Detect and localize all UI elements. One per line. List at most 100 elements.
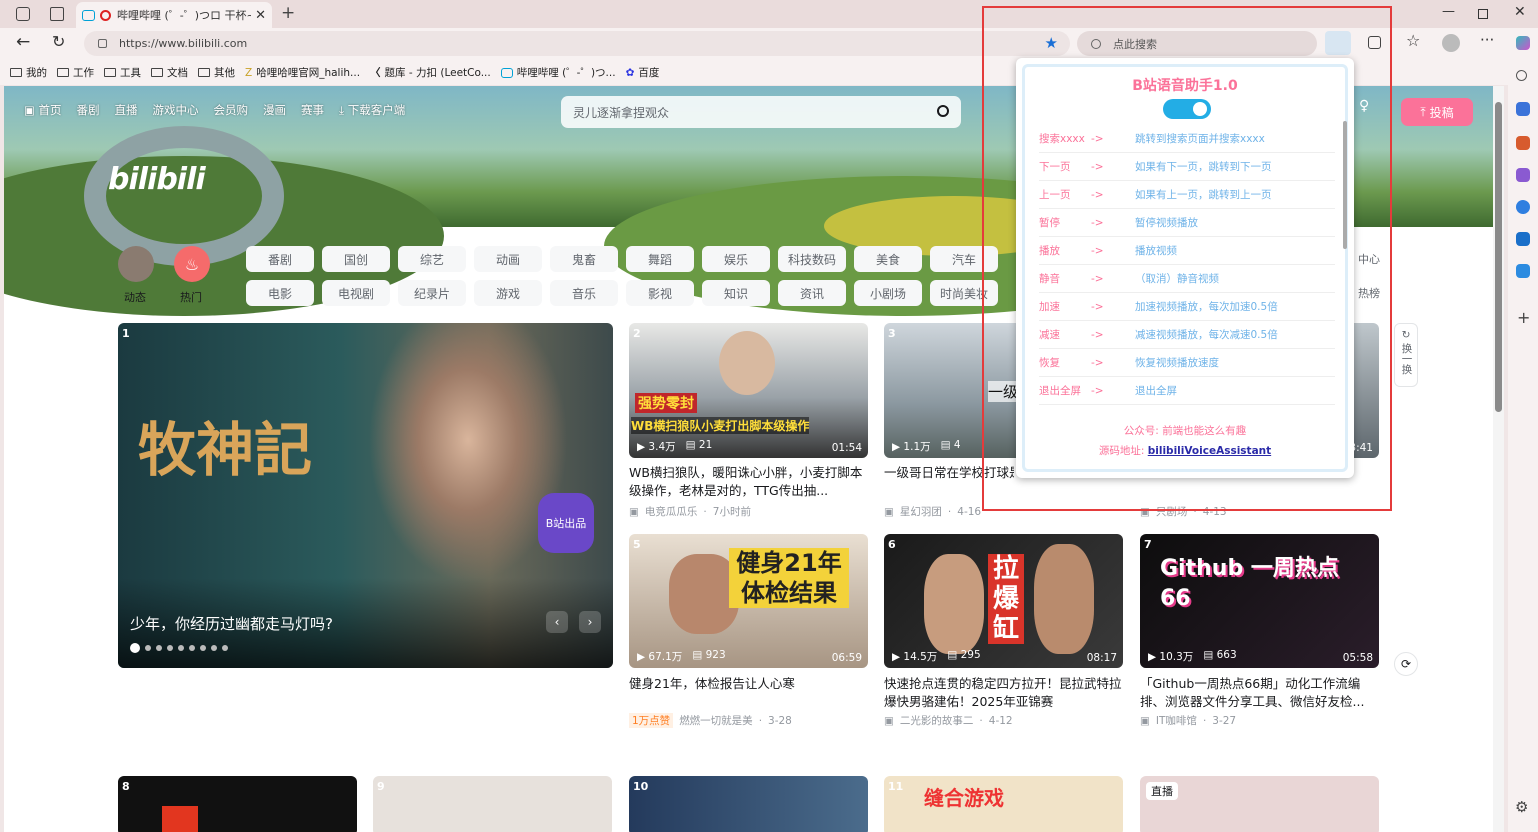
nav-manga[interactable]: 漫画 <box>263 102 286 118</box>
bookmark-bilibili[interactable]: 哔哩哔哩 (゜-゜)つ... <box>500 65 616 80</box>
channel-chip[interactable]: 小剧场 <box>854 280 922 306</box>
nav-live[interactable]: 直播 <box>115 102 138 118</box>
bookmark-baidu[interactable]: ✿ 百度 <box>626 65 660 80</box>
channel-chip[interactable]: 电影 <box>246 280 314 306</box>
carousel-dot[interactable] <box>156 645 162 651</box>
featured-carousel[interactable]: 1 牧神記 B站出品 少年，你经历过幽都走马灯吗? ‹ › <box>118 323 613 668</box>
profile-avatar[interactable] <box>1442 34 1460 52</box>
dynamic-avatar[interactable] <box>118 246 154 282</box>
channel-chip[interactable]: 国创 <box>322 246 390 272</box>
hot-icon[interactable]: ♨ <box>174 246 210 282</box>
carousel-dot[interactable] <box>211 645 217 651</box>
uploader-name[interactable]: 星幻羽团 <box>900 504 942 519</box>
nav-game-center[interactable]: 游戏中心 <box>153 102 199 118</box>
carousel-dot[interactable] <box>200 645 206 651</box>
carousel-caption[interactable]: 少年，你经历过幽都走马灯吗? <box>130 613 333 634</box>
new-tab-icon[interactable]: + <box>281 3 295 23</box>
video-card-2[interactable]: 2 强势零封 WB横扫狼队小麦打出脚本级操作 ▶ 3.4万 ▤ 21 01:54 <box>629 323 868 458</box>
briefcase-icon[interactable] <box>1516 136 1530 150</box>
workspaces-icon[interactable] <box>16 7 30 21</box>
video-card-11[interactable]: 11 缝合游戏 <box>884 776 1123 832</box>
uploader-name[interactable]: IT咖啡馆 <box>1156 713 1197 728</box>
page-scrollbar-thumb[interactable] <box>1495 102 1502 412</box>
uploader-name[interactable]: 电竞瓜瓜乐 <box>645 504 698 519</box>
send-icon[interactable] <box>1516 264 1530 278</box>
carousel-dot-active[interactable] <box>130 643 140 653</box>
channel-chip[interactable]: 电视剧 <box>322 280 390 306</box>
close-window-icon[interactable]: ✕ <box>1514 4 1526 20</box>
site-search-icon[interactable] <box>937 105 949 117</box>
channel-chip[interactable]: 知识 <box>702 280 770 306</box>
settings-gear-icon[interactable]: ⚙ <box>1515 798 1528 816</box>
bookmark-folder-mine[interactable]: 我的 <box>10 65 47 80</box>
add-sidebar-icon[interactable]: + <box>1517 308 1530 327</box>
back-icon[interactable]: ← <box>16 32 30 52</box>
favorites-icon[interactable]: ☆ <box>1406 31 1420 50</box>
site-search-input[interactable]: 灵儿逐渐拿捏观众 <box>561 96 961 128</box>
live-card[interactable]: 直播 <box>1140 776 1379 832</box>
bilibili-logo[interactable]: bilibili <box>108 162 206 197</box>
video-title[interactable]: 健身21年，体检报告让人心寒 <box>629 675 869 693</box>
nav-anime[interactable]: 番剧 <box>77 102 100 118</box>
video-card-9[interactable]: 9 <box>373 776 612 832</box>
bookmark-folder-docs[interactable]: 文档 <box>151 65 188 80</box>
video-card-8[interactable]: 8 <box>118 776 357 832</box>
minimize-icon[interactable]: — <box>1442 4 1455 19</box>
channel-chip[interactable]: 番剧 <box>246 246 314 272</box>
hot-label[interactable]: 热门 <box>180 289 202 305</box>
bookmark-halih[interactable]: Z 哈哩哈哩官网_halih... <box>245 65 360 80</box>
nav-download-client[interactable]: ⤓ 下载客户端 <box>339 102 405 118</box>
channel-chip[interactable]: 动画 <box>474 246 542 272</box>
video-card-7[interactable]: 7 Github 一周热点 66 ▶ 10.3万 ▤ 663 05:58 <box>1140 534 1379 668</box>
channel-chip[interactable]: 娱乐 <box>702 246 770 272</box>
channel-chip[interactable]: 鬼畜 <box>550 246 618 272</box>
video-card-6[interactable]: 6 拉爆缸 ▶ 14.5万 ▤ 295 08:17 <box>884 534 1123 668</box>
nav-esports[interactable]: 赛事 <box>301 102 324 118</box>
carousel-dot[interactable] <box>222 645 228 651</box>
channel-chip[interactable]: 资讯 <box>778 280 846 306</box>
video-title[interactable]: 快速抢点连贯的稳定四方拉开！昆拉武特拉爆快男骆建佑！2025年亚锦赛 <box>884 675 1124 711</box>
channel-chip[interactable]: 综艺 <box>398 246 466 272</box>
carousel-dot[interactable] <box>145 645 151 651</box>
outlook-icon[interactable] <box>1516 232 1530 246</box>
carousel-dot[interactable] <box>189 645 195 651</box>
sidebar-search-icon[interactable] <box>1516 70 1527 81</box>
video-title[interactable]: WB横扫狼队，暖阳诛心小胖，小麦打脚本级操作，老林是对的，TTG传出抽... <box>629 464 869 500</box>
active-tab[interactable]: 哔哩哔哩 (゜-゜)つロ 干杯~ ✕ <box>76 2 272 28</box>
channel-chip[interactable]: 影视 <box>626 280 694 306</box>
video-title[interactable]: 「Github一周热点66期」动化工作流编排、浏览器文件分享工具、微信好友检..… <box>1140 675 1380 711</box>
tab-close-icon[interactable]: ✕ <box>255 8 266 23</box>
carousel-next-icon[interactable]: › <box>579 611 601 633</box>
channel-chip[interactable]: 科技数码 <box>778 246 846 272</box>
people-icon[interactable] <box>1516 168 1530 182</box>
channel-chip[interactable]: 音乐 <box>550 280 618 306</box>
channel-chip[interactable]: 舞蹈 <box>626 246 694 272</box>
channel-chip[interactable]: 美食 <box>854 246 922 272</box>
bookmark-folder-work[interactable]: 工作 <box>57 65 94 80</box>
more-icon[interactable]: ··· <box>1480 31 1494 49</box>
tab-actions-icon[interactable] <box>50 7 64 21</box>
back-to-top-icon[interactable]: ⟳ <box>1394 652 1418 676</box>
games-icon[interactable] <box>1516 200 1530 214</box>
video-card-10[interactable]: 10 <box>629 776 868 832</box>
refresh-feed-button[interactable]: ↻ 换一换 <box>1394 323 1418 387</box>
channel-chip[interactable]: 游戏 <box>474 280 542 306</box>
bookmark-leetcode[interactable]: 〈题库 - 力扣 (LeetCo... <box>370 65 491 80</box>
carousel-dot[interactable] <box>178 645 184 651</box>
uploader-name[interactable]: 燃燃一切就是美 <box>679 713 753 728</box>
dynamic-label[interactable]: 动态 <box>124 289 146 305</box>
refresh-icon[interactable]: ↻ <box>52 32 65 51</box>
bookmark-folder-other[interactable]: 其他 <box>198 65 235 80</box>
carousel-dot[interactable] <box>167 645 173 651</box>
bookmark-folder-tools[interactable]: 工具 <box>104 65 141 80</box>
channel-chip[interactable]: 纪录片 <box>398 280 466 306</box>
restore-icon[interactable] <box>1478 9 1488 19</box>
tag-icon[interactable] <box>1516 102 1530 116</box>
nav-mall[interactable]: 会员购 <box>214 102 249 118</box>
uploader-name[interactable]: 二光影的故事二 <box>900 713 974 728</box>
nav-home[interactable]: ▣ 首页 <box>24 102 62 118</box>
carousel-prev-icon[interactable]: ‹ <box>546 611 568 633</box>
upload-button[interactable]: ⤒ 投稿 <box>1401 98 1473 126</box>
address-bar[interactable]: https://www.bilibili.com ★ <box>84 31 1070 56</box>
video-card-5[interactable]: 5 健身21年体检结果 ▶ 67.1万 ▤ 923 06:59 <box>629 534 868 668</box>
